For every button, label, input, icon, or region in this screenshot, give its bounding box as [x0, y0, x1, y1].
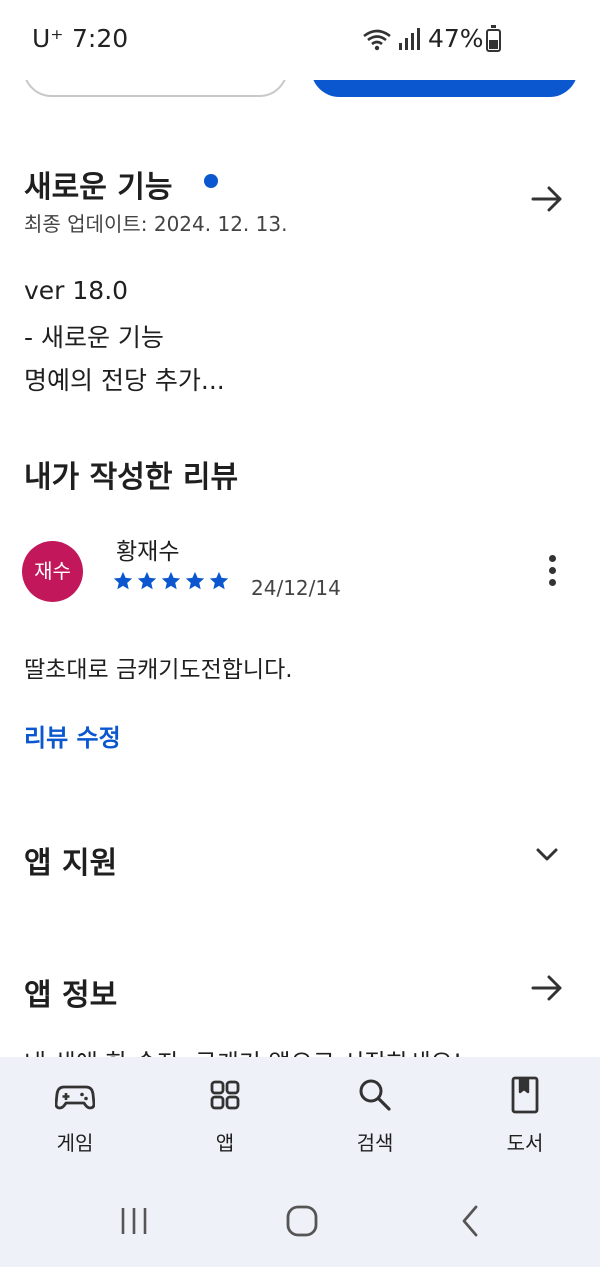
nav-label-games: 게임 — [56, 1131, 94, 1155]
nav-label-books: 도서 — [506, 1131, 544, 1155]
release-note-line: 명예의 전당 추가... — [24, 366, 225, 395]
book-icon — [511, 1076, 539, 1114]
nav-label-search: 검색 — [356, 1131, 394, 1155]
status-bar: U⁺ 7:20 47% — [0, 0, 600, 80]
release-note-line: - 새로운 기능 — [24, 323, 164, 352]
app-support-title: 앱 지원 — [24, 846, 118, 881]
nav-item-search[interactable]: 검색 — [325, 1075, 425, 1156]
star-rating — [112, 570, 230, 592]
gamepad-icon — [55, 1085, 95, 1110]
star-icon — [137, 571, 157, 590]
avatar: 재수 — [22, 541, 83, 602]
review-date: 24/12/14 — [251, 576, 341, 600]
my-review-title: 내가 작성한 리뷰 — [24, 460, 239, 495]
whats-new-title: 새로운 기능 — [24, 170, 173, 205]
status-time: 7:20 — [72, 24, 129, 53]
new-indicator-dot — [204, 174, 218, 188]
bottom-navigation: 게임 앱 검색 도서 — [0, 1057, 600, 1177]
battery-icon — [486, 25, 501, 52]
nav-label-apps: 앱 — [215, 1131, 235, 1155]
review-text: 딸초대로 금캐기도전합니다. — [24, 657, 293, 683]
nav-item-books[interactable]: 도서 — [475, 1075, 575, 1156]
last-updated: 최종 업데이트: 2024. 12. 13. — [24, 212, 288, 236]
reviewer-name: 황재수 — [116, 539, 180, 565]
star-icon — [185, 571, 205, 590]
search-icon — [359, 1079, 391, 1111]
signal-icon — [399, 28, 420, 50]
wifi-icon — [363, 29, 391, 51]
battery-percent: 47% — [428, 24, 484, 53]
recents-icon[interactable] — [112, 1201, 156, 1241]
nav-item-games[interactable]: 게임 — [25, 1075, 125, 1156]
home-icon[interactable] — [280, 1201, 324, 1241]
star-icon — [161, 571, 181, 590]
app-info-description: 내 생애 한 숫자, 금캐기 앱으로 시작하세요! — [24, 1043, 462, 1057]
arrow-right-icon[interactable] — [529, 970, 565, 1006]
app-info-title: 앱 정보 — [24, 978, 118, 1013]
apps-grid-icon — [210, 1080, 240, 1110]
carrier-label: U⁺ — [32, 24, 64, 53]
release-note-line: ver 18.0 — [24, 276, 129, 305]
arrow-right-icon[interactable] — [529, 181, 565, 217]
more-options-icon[interactable] — [549, 555, 561, 589]
system-navigation-bar — [0, 1177, 600, 1267]
star-icon — [209, 571, 229, 590]
chevron-down-icon[interactable] — [533, 843, 561, 867]
star-icon — [113, 571, 133, 590]
edit-review-link[interactable]: 리뷰 수정 — [24, 718, 121, 753]
back-icon[interactable] — [448, 1201, 492, 1241]
nav-item-apps[interactable]: 앱 — [175, 1075, 275, 1156]
